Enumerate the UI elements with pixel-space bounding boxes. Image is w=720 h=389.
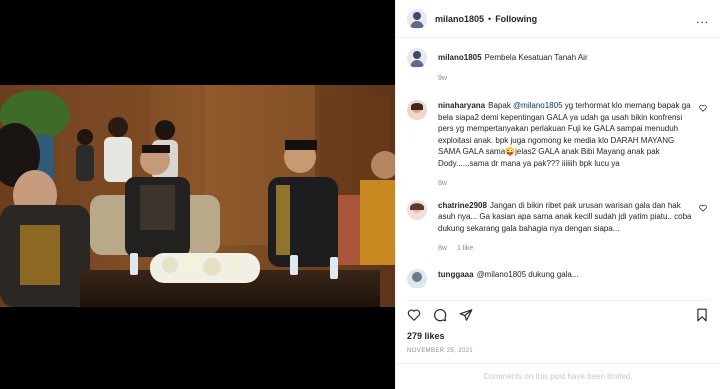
caption-time[interactable]: 9w xyxy=(438,73,447,85)
avatar[interactable] xyxy=(407,100,427,120)
comment-time[interactable]: 8w xyxy=(438,178,447,190)
comment-icon[interactable] xyxy=(433,308,447,322)
more-options-icon[interactable]: ... xyxy=(696,12,709,26)
heart-icon[interactable] xyxy=(699,104,707,112)
post-photo[interactable] xyxy=(0,85,395,307)
post-date: NOVEMBER 25, 2021 xyxy=(407,348,474,354)
action-bar xyxy=(407,300,709,324)
comments-limited-notice: Comments on this post have been limited. xyxy=(396,363,720,389)
like-icon[interactable] xyxy=(407,308,421,322)
likes-count[interactable]: 279 likes xyxy=(407,331,445,341)
post-sidebar: milano1805 • Following ... milano1805 Pem… xyxy=(395,0,720,389)
following-button[interactable]: Following xyxy=(495,14,537,24)
comment-likes[interactable]: 1 like xyxy=(457,243,473,255)
caption: milano1805 Pembela Kesatuan Tanah Air 9w xyxy=(407,48,709,84)
avatar[interactable] xyxy=(407,48,427,68)
bookmark-icon[interactable] xyxy=(695,308,709,322)
avatar[interactable] xyxy=(407,8,427,29)
profile-icon xyxy=(412,271,422,282)
profile-icon xyxy=(410,202,424,213)
comments-list[interactable]: milano1805 Pembela Kesatuan Tanah Air 9w … xyxy=(396,48,720,288)
mention-link[interactable]: @milano1805 xyxy=(513,101,562,110)
comment-item: ninaharyana Bapak @milano1805 yg terhorma… xyxy=(407,100,709,190)
header-username[interactable]: milano1805 xyxy=(435,14,484,24)
header-separator: • xyxy=(488,13,492,24)
caption-username[interactable]: milano1805 xyxy=(438,53,482,62)
comment-item: chatrine2908 Jangan di bikin ribet pak ur… xyxy=(407,199,709,255)
avatar[interactable] xyxy=(407,268,427,288)
post-media[interactable] xyxy=(0,0,395,389)
profile-icon xyxy=(410,11,424,28)
comment-text: Bapak xyxy=(488,101,514,110)
profile-icon xyxy=(411,103,423,113)
post-header: milano1805 • Following ... xyxy=(396,0,720,38)
comment-username[interactable]: chatrine2908 xyxy=(438,201,487,210)
avatar[interactable] xyxy=(407,199,427,220)
photo-illustration xyxy=(0,85,395,307)
comment-item: tunggaaa @milano1805 dukung gala... xyxy=(407,268,709,288)
profile-icon xyxy=(410,51,424,67)
comment-text: yg terhormat klo memang bapak ga bela si… xyxy=(438,101,691,168)
comment-time[interactable]: 8w xyxy=(438,243,447,255)
comment-username[interactable]: tunggaaa xyxy=(438,270,474,279)
comment-text: @milano1805 dukung gala... xyxy=(476,269,579,279)
heart-icon[interactable] xyxy=(699,204,707,212)
comment-username[interactable]: ninaharyana xyxy=(438,101,485,110)
share-icon[interactable] xyxy=(459,308,473,322)
caption-text: Pembela Kesatuan Tanah Air xyxy=(484,53,588,62)
